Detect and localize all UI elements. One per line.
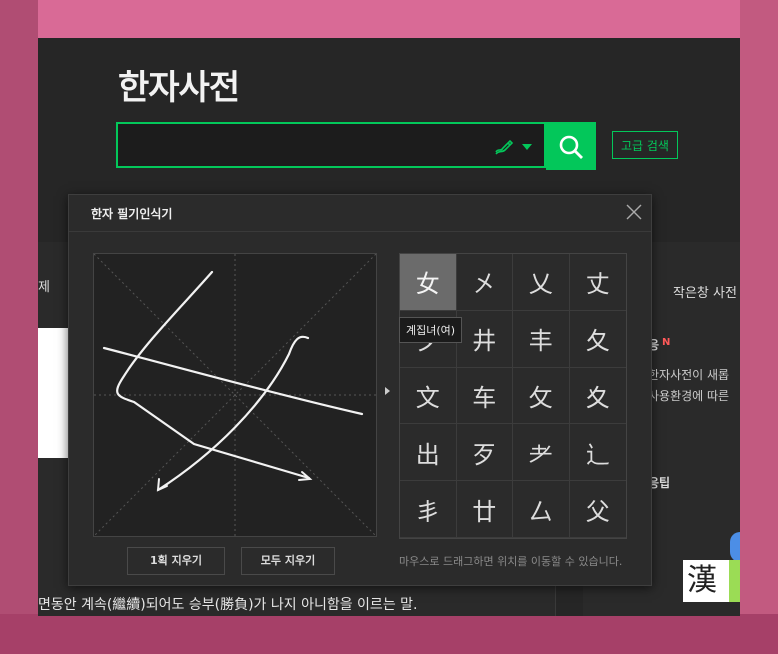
- search-icon: [559, 135, 583, 159]
- candidate-cell[interactable]: 厶: [513, 481, 570, 538]
- search-input[interactable]: [116, 122, 546, 168]
- candidate-cell[interactable]: 井: [456, 310, 513, 368]
- candidate-cell[interactable]: 夊: [569, 368, 626, 425]
- candidate-cell[interactable]: 夂: [569, 311, 626, 368]
- candidate-cell[interactable]: 辶: [569, 424, 626, 482]
- clear-all-button[interactable]: 모두 지우기: [241, 547, 335, 575]
- candidate-cell[interactable]: 丈: [569, 254, 626, 311]
- blue-badge[interactable]: [730, 532, 740, 562]
- popup-title: 한자 필기인식기: [91, 207, 173, 221]
- definition-text: 면동안 계속(繼續)되어도 승부(勝負)가 나지 아니함을 이르는 말.: [38, 597, 418, 613]
- candidate-cell[interactable]: 廿: [456, 481, 513, 538]
- handwriting-recognizer-popup: 한자 필기인식기 女㐅乂丈夕井丰夂文车攵夊出歹⺹辶丯廿厶父 계집녀(여) 1획 …: [68, 194, 652, 586]
- candidate-cell[interactable]: 父: [569, 481, 626, 538]
- notice-text-1[interactable]: 한자사전이 새롭: [648, 366, 729, 383]
- candidate-cell[interactable]: 攵: [513, 367, 570, 425]
- candidate-cell[interactable]: 㐅: [456, 254, 513, 311]
- candidate-cell[interactable]: 车: [456, 367, 513, 425]
- arrow-right-icon: [385, 387, 390, 395]
- candidate-cell[interactable]: 女: [400, 254, 457, 311]
- notice-text-2[interactable]: 사용환경에 따른: [648, 387, 729, 404]
- small-window-link[interactable]: 작은창 사전: [673, 282, 737, 301]
- hanja-logo: 漢: [683, 560, 740, 602]
- page-title: 한자사전: [118, 68, 240, 108]
- content-image: [38, 328, 68, 458]
- popup-header: 한자 필기인식기: [69, 195, 651, 232]
- canvas-guides: [93, 253, 377, 537]
- candidate-cell[interactable]: 丰: [513, 310, 570, 368]
- drawing-canvas[interactable]: [93, 253, 377, 537]
- content-tab[interactable]: 제: [38, 276, 50, 295]
- chevron-down-icon[interactable]: [522, 144, 532, 150]
- drag-hint-text: 마우스로 드래그하면 위치를 이동할 수 있습니다.: [399, 555, 623, 568]
- candidate-cell[interactable]: 丯: [400, 481, 457, 538]
- search-button[interactable]: [546, 122, 596, 170]
- advanced-search-button[interactable]: 고급 검색: [612, 131, 678, 159]
- candidate-grid: 女㐅乂丈夕井丰夂文车攵夊出歹⺹辶丯廿厶父: [399, 253, 627, 539]
- new-badge: N: [662, 337, 671, 348]
- candidate-cell[interactable]: 出: [400, 424, 457, 482]
- candidate-cell[interactable]: 文: [400, 367, 457, 425]
- candidate-cell[interactable]: 歹: [456, 424, 513, 482]
- handwriting-pen-icon[interactable]: [492, 134, 516, 158]
- candidate-cell[interactable]: 乂: [513, 254, 570, 311]
- undo-stroke-button[interactable]: 1획 지우기: [127, 547, 225, 575]
- close-icon[interactable]: [625, 203, 643, 221]
- candidate-cell[interactable]: ⺹: [513, 424, 570, 482]
- candidate-tooltip: 계집녀(여): [399, 317, 463, 343]
